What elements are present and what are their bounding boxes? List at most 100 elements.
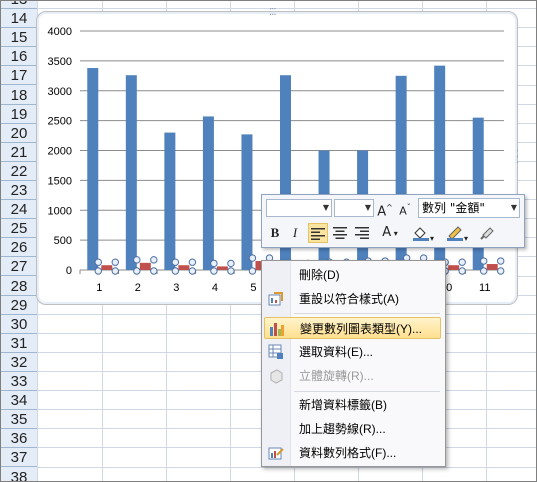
- font-size-box[interactable]: ▼: [334, 199, 374, 217]
- selection-handle[interactable]: [227, 259, 235, 268]
- bar-series-2[interactable]: [448, 265, 460, 270]
- row-header[interactable]: 30: [1, 315, 37, 334]
- menu-separator: [294, 391, 440, 392]
- row-header[interactable]: 23: [1, 181, 37, 201]
- row-header[interactable]: 27: [1, 257, 37, 277]
- format-painter-icon: [480, 227, 494, 240]
- menu-item-label: 立體旋轉(R)...: [299, 369, 374, 383]
- selection-handle[interactable]: [150, 267, 158, 275]
- row-header[interactable]: 34: [1, 391, 37, 411]
- selection-handle[interactable]: [171, 267, 180, 275]
- chevron-down-icon: ▼: [364, 203, 371, 212]
- row-header[interactable]: 26: [1, 238, 37, 258]
- bar-series-2[interactable]: [101, 265, 113, 270]
- row-header[interactable]: 32: [1, 353, 37, 372]
- row-header[interactable]: 14: [1, 9, 37, 29]
- row-header[interactable]: 28: [1, 277, 37, 296]
- bar-series-1[interactable]: [87, 68, 99, 270]
- menu-item-format-data-series[interactable]: 資料數列格式(F)...: [264, 442, 441, 464]
- menu-item-change-series-chart-type[interactable]: 變更數列圖表類型(Y)...: [264, 317, 441, 339]
- selection-handle[interactable]: [210, 259, 218, 268]
- bar-series-1[interactable]: [202, 116, 214, 270]
- selection-handle[interactable]: [171, 258, 180, 266]
- bar-series-2[interactable]: [216, 266, 228, 270]
- selection-handle[interactable]: [480, 267, 488, 275]
- bar-series-1[interactable]: [164, 132, 176, 270]
- menu-item-add-trendline[interactable]: 加上趨勢線(R)...: [264, 418, 441, 440]
- selection-handle[interactable]: [94, 267, 102, 275]
- row-header[interactable]: 37: [1, 448, 37, 468]
- align-center-button[interactable]: [330, 223, 350, 243]
- selection-handle[interactable]: [210, 267, 218, 275]
- row-header[interactable]: 18: [1, 86, 37, 105]
- selection-handle[interactable]: [188, 258, 197, 266]
- change-chart-type-icon: [270, 323, 284, 336]
- row-header[interactable]: 33: [1, 372, 37, 392]
- bar-series-2[interactable]: [178, 265, 190, 270]
- row-header[interactable]: 17: [1, 66, 37, 86]
- selection-handle[interactable]: [111, 258, 119, 266]
- reset-style-icon: [268, 292, 283, 306]
- row-header[interactable]: 13: [1, 1, 37, 10]
- series-selector-value: 數列 "金額": [422, 201, 485, 215]
- series-selector[interactable]: 數列 "金額" ▼: [418, 198, 520, 218]
- selection-handle[interactable]: [188, 267, 197, 275]
- menu-item-reset-style[interactable]: 重設以符合樣式(A): [264, 288, 441, 310]
- shrink-font-label: A: [399, 204, 407, 218]
- row-header[interactable]: 36: [1, 429, 37, 449]
- x-tick-label: 3: [173, 282, 179, 294]
- menu-item-delete[interactable]: 刪除(D): [264, 264, 441, 286]
- menu-item-label: 資料數列格式(F)...: [299, 446, 397, 460]
- row-header[interactable]: 24: [1, 200, 37, 220]
- line-color-button[interactable]: ▾: [442, 223, 472, 243]
- selection-handle[interactable]: [248, 267, 257, 275]
- row-header[interactable]: 29: [1, 296, 37, 315]
- row-header[interactable]: 22: [1, 162, 37, 181]
- selection-handle[interactable]: [111, 267, 119, 275]
- row-header[interactable]: 16: [1, 47, 37, 67]
- menu-item-select-data[interactable]: 選取資料(E)...: [264, 341, 441, 363]
- row-header[interactable]: 31: [1, 334, 37, 353]
- selection-handle[interactable]: [94, 258, 102, 266]
- selection-handle[interactable]: [497, 267, 505, 275]
- shrink-font-button[interactable]: Aˇ: [396, 198, 414, 218]
- menu-item-add-data-labels[interactable]: 新增資料標籤(B): [264, 394, 441, 416]
- selection-handle[interactable]: [150, 256, 158, 264]
- fill-color-button[interactable]: ▾: [408, 223, 438, 243]
- y-tick-label: 500: [54, 235, 72, 247]
- chevron-down-icon: ▼: [510, 203, 517, 212]
- row-header[interactable]: 15: [1, 28, 37, 48]
- menu-item-label: 刪除(D): [299, 268, 340, 282]
- selection-handle[interactable]: [133, 256, 141, 264]
- row-header[interactable]: 25: [1, 219, 37, 239]
- context-menu: 刪除(D) 重設以符合樣式(A) 變更數列圖表類型(Y)... 選取資料(E).…: [261, 260, 446, 467]
- selection-handle[interactable]: [480, 257, 488, 265]
- bar-series-2[interactable]: [486, 264, 498, 270]
- font-color-button[interactable]: A ▾: [376, 223, 404, 243]
- menu-item-label: 重設以符合樣式(A): [299, 292, 399, 306]
- align-left-button[interactable]: [308, 223, 328, 243]
- bar-series-1[interactable]: [241, 134, 253, 270]
- row-header[interactable]: 21: [1, 143, 37, 162]
- menu-item-3d-rotation[interactable]: 立體旋轉(R)...: [264, 365, 441, 387]
- format-painter-button[interactable]: [476, 223, 498, 243]
- grow-font-button[interactable]: A^: [376, 198, 394, 219]
- selection-handle[interactable]: [458, 258, 466, 266]
- selection-handle[interactable]: [227, 267, 235, 275]
- selection-handle[interactable]: [133, 267, 141, 275]
- bold-button[interactable]: B: [266, 223, 284, 243]
- pen-icon: [446, 226, 463, 241]
- row-header[interactable]: 35: [1, 410, 37, 430]
- row-header[interactable]: 19: [1, 105, 37, 124]
- font-name-box[interactable]: ▼: [266, 199, 332, 217]
- bar-series-2[interactable]: [139, 262, 151, 270]
- bar-series-1[interactable]: [125, 75, 137, 270]
- selection-handle[interactable]: [248, 254, 257, 262]
- row-header[interactable]: 20: [1, 124, 37, 143]
- x-tick-label: 5: [250, 282, 256, 294]
- selection-handle[interactable]: [458, 267, 466, 275]
- selection-handle[interactable]: [497, 257, 505, 265]
- align-right-button[interactable]: [352, 223, 372, 243]
- row-header[interactable]: 38: [1, 468, 37, 482]
- italic-button[interactable]: I: [286, 223, 304, 243]
